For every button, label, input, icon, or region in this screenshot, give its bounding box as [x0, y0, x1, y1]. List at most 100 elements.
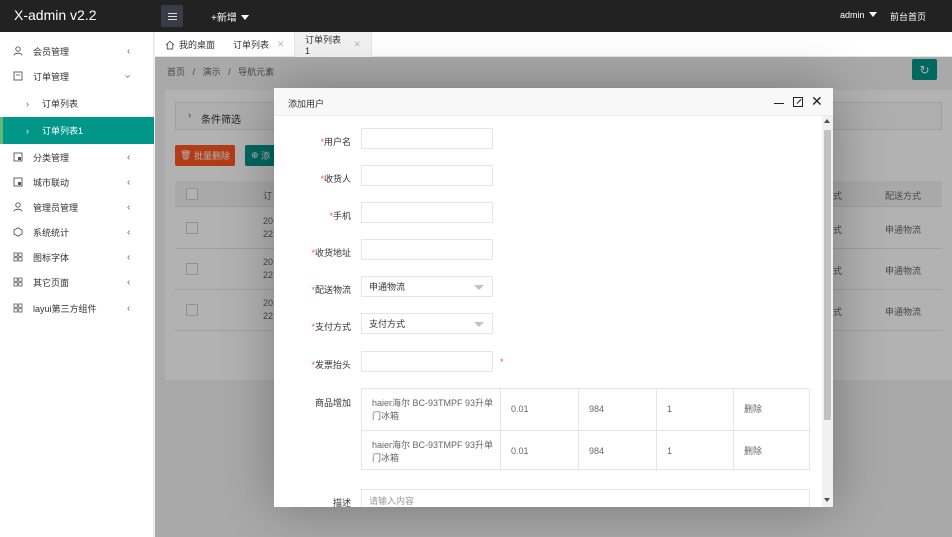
caret-down-icon: [240, 15, 249, 20]
delivery-select[interactable]: 申通物流: [361, 276, 493, 297]
chevron-left-icon: ‹: [127, 227, 131, 238]
maximize-icon[interactable]: [793, 97, 803, 107]
receiver-field[interactable]: [361, 165, 493, 186]
font-icon: [13, 252, 23, 262]
goods-qty: 1: [667, 446, 673, 456]
tab-label: 订单列表: [233, 40, 270, 50]
address-field[interactable]: [361, 239, 493, 260]
sidebar-item-admins[interactable]: 管理员管理 ‹: [0, 195, 154, 220]
sidebar-item-stats[interactable]: 系统统计 ‹: [0, 220, 154, 245]
sidebar-item-orders[interactable]: 订单管理 ‹: [0, 64, 154, 89]
delivery-select-value: 申通物流: [369, 282, 406, 292]
field-label: 支付方式: [314, 322, 351, 332]
component-icon: [13, 303, 23, 313]
tab-order-list[interactable]: 订单列表 ✕: [233, 32, 285, 57]
goods-delete-button[interactable]: 删除: [744, 431, 762, 472]
add-new-label: +新增: [211, 13, 237, 24]
dialog-scrollbar[interactable]: [822, 116, 833, 507]
sidebar-item-other-pages[interactable]: 其它页面 ‹: [0, 270, 154, 295]
tab-bar: 我的桌面 订单列表 ✕ 订单列表1 ✕: [155, 32, 952, 57]
sidebar-item-city[interactable]: 城市联动 ‹: [0, 170, 154, 195]
close-icon[interactable]: ✕: [277, 39, 285, 50]
scroll-up-icon[interactable]: [824, 119, 830, 123]
required-mark: *: [500, 357, 504, 367]
home-icon: [165, 40, 175, 49]
sidebar-item-label: 管理员管理: [33, 203, 79, 213]
scrollbar-thumb[interactable]: [824, 130, 831, 420]
sidebar-item-order-list[interactable]: › 订单列表: [0, 91, 154, 116]
top-navbar: X-admin v2.2 +新增 admin 前台首页: [0, 0, 952, 32]
phone-field[interactable]: [361, 202, 493, 223]
stats-icon: [13, 227, 23, 237]
admin-icon: [13, 202, 23, 212]
dialog-header[interactable]: 添加用户 ✕: [274, 88, 833, 116]
payment-select[interactable]: 支付方式: [361, 313, 493, 334]
add-user-dialog: 添加用户 ✕ *用户名 * 收货人 *手机 *收货地址 *配送物流 申通物流 *支…: [274, 88, 833, 507]
sidebar-item-categories[interactable]: 分类管理 ‹: [0, 145, 154, 170]
close-icon[interactable]: ✕: [811, 94, 823, 108]
field-label: 收货人: [323, 174, 351, 184]
chevron-left-icon: ‹: [127, 202, 131, 213]
sidebar-item-label: layui第三方组件: [33, 304, 97, 314]
goods-qty: 1: [667, 404, 673, 414]
goods-table: haier海尔 BC-93TMPF 93升单门冰箱 0.01 984 1 删除 …: [361, 388, 811, 472]
user-name: admin: [840, 10, 865, 20]
field-label: 用户名: [323, 137, 351, 147]
field-label: 配送物流: [314, 285, 351, 295]
chevron-right-icon: ›: [26, 98, 29, 109]
phone-label: *手机: [274, 209, 351, 222]
payment-select-value: 支付方式: [369, 319, 406, 329]
delivery-label: *配送物流: [274, 283, 351, 296]
description-textarea[interactable]: 请输入内容: [361, 489, 810, 507]
tab-label: 订单列表1: [305, 35, 342, 56]
sidebar-item-label: 城市联动: [33, 178, 70, 188]
sidebar-item-label: 订单列表: [42, 99, 79, 109]
goods-row: haier海尔 BC-93TMPF 93升单门冰箱 0.01 984 1 删除: [362, 389, 811, 430]
sidebar-item-label: 会员管理: [33, 47, 70, 57]
sidebar-item-label: 其它页面: [33, 278, 70, 288]
app-logo[interactable]: X-admin v2.2: [14, 7, 96, 23]
tab-label: 我的桌面: [179, 40, 216, 50]
invoice-label: *发票抬头: [274, 358, 351, 371]
close-icon[interactable]: ✕: [353, 39, 361, 50]
tab-order-list-1[interactable]: 订单列表1 ✕: [294, 32, 372, 57]
pages-icon: [13, 277, 23, 287]
field-label: 发票抬头: [314, 360, 351, 370]
add-new-dropdown[interactable]: +新增: [211, 9, 249, 24]
invoice-field[interactable]: [361, 351, 493, 372]
sidebar-item-label: 订单管理: [33, 72, 70, 82]
minimize-icon[interactable]: [774, 103, 784, 104]
tab-desktop[interactable]: 我的桌面: [165, 32, 215, 57]
username-field[interactable]: [361, 128, 493, 149]
address-label: *收货地址: [274, 246, 351, 259]
sidebar-item-label: 图标字体: [33, 253, 70, 263]
sidebar-item-label: 系统统计: [33, 228, 70, 238]
field-label: 收货地址: [314, 248, 351, 258]
goods-name: haier海尔 BC-93TMPF 93升单门冰箱: [372, 439, 494, 463]
sidebar-item-label: 分类管理: [33, 153, 70, 163]
caret-down-icon: [868, 12, 877, 17]
sidebar-item-components[interactable]: layui第三方组件 ‹: [0, 296, 154, 321]
goods-name: haier海尔 BC-93TMPF 93升单门冰箱: [372, 397, 494, 421]
dialog-title: 添加用户: [288, 99, 325, 109]
username-label: *用户名: [274, 135, 351, 148]
user-menu[interactable]: admin: [840, 10, 877, 20]
desc-label: 描述: [332, 498, 351, 507]
scroll-down-icon[interactable]: [824, 498, 830, 502]
goods-stock: 984: [589, 446, 605, 456]
goods-label: 商品增加: [314, 398, 351, 408]
menu-toggle-button[interactable]: [161, 5, 183, 27]
sidebar: 会员管理 ‹ 订单管理 ‹ › 订单列表 › 订单列表1 分类管理 ‹ 城市联动…: [0, 32, 154, 537]
goods-price: 0.01: [511, 404, 529, 414]
order-icon: [13, 71, 23, 81]
sidebar-item-order-list-1[interactable]: › 订单列表1: [0, 117, 154, 144]
category-icon: [13, 152, 23, 162]
chevron-right-icon: ›: [26, 125, 29, 136]
sidebar-item-icon-font[interactable]: 图标字体 ‹: [0, 245, 154, 270]
goods-delete-button[interactable]: 删除: [744, 389, 762, 430]
sidebar-item-members[interactable]: 会员管理 ‹: [0, 39, 154, 64]
chevron-left-icon: ‹: [127, 152, 131, 163]
payment-label: *支付方式: [274, 320, 351, 333]
front-page-link[interactable]: 前台首页: [890, 10, 926, 23]
chevron-left-icon: ‹: [127, 252, 131, 263]
